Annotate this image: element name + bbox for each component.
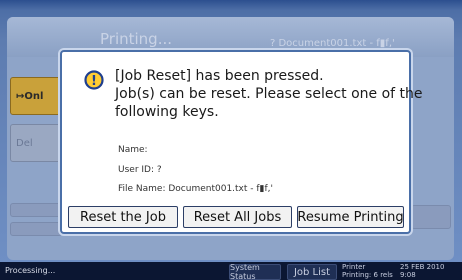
delete-button[interactable]: Del: [10, 124, 62, 162]
background-title: Printing...: [100, 30, 173, 48]
svg-text:!: !: [91, 74, 97, 89]
system-status-button[interactable]: System Status: [229, 263, 281, 280]
printer-status: Printer Printing: 6 rels: [342, 263, 393, 279]
printer-status-line-2: Printing: 6 rels: [342, 271, 393, 279]
background-strip-right: [411, 205, 451, 229]
job-reset-dialog: ! [Job Reset] has been pressed. Job(s) c…: [60, 50, 423, 234]
reset-the-job-button[interactable]: Reset the Job: [68, 206, 178, 228]
date-line: 25 FEB 2010: [400, 263, 445, 271]
info-icon: !: [84, 70, 104, 90]
dialog-message: [Job Reset] has been pressed. Job(s) can…: [115, 67, 423, 121]
background-strip-left-2: [10, 222, 62, 236]
time-line: 9:08: [400, 271, 416, 279]
job-file-name: File Name: Document001.txt - f▮f,': [118, 184, 274, 194]
printer-status-line-1: Printer: [342, 263, 366, 271]
dialog-message-line-3: following keys.: [115, 104, 219, 120]
resume-printing-button[interactable]: Resume Printing: [297, 206, 404, 228]
date-time: 25 FEB 2010 9:08: [400, 263, 444, 279]
online-button[interactable]: ↦Onl: [10, 77, 62, 115]
reset-all-jobs-button[interactable]: Reset All Jobs: [183, 206, 292, 228]
dialog-message-line-2: Job(s) can be reset. Please select one o…: [115, 86, 423, 102]
job-user-id: User ID: ?: [118, 165, 162, 175]
background-strip-left: [10, 203, 62, 217]
job-name-label: Name:: [118, 145, 148, 155]
job-list-button[interactable]: Job List: [287, 264, 337, 280]
status-text: Processing...: [5, 266, 56, 275]
background-subtitle: ? Document001.txt - f▮f,': [270, 38, 395, 49]
dialog-message-line-1: [Job Reset] has been pressed.: [115, 68, 324, 84]
